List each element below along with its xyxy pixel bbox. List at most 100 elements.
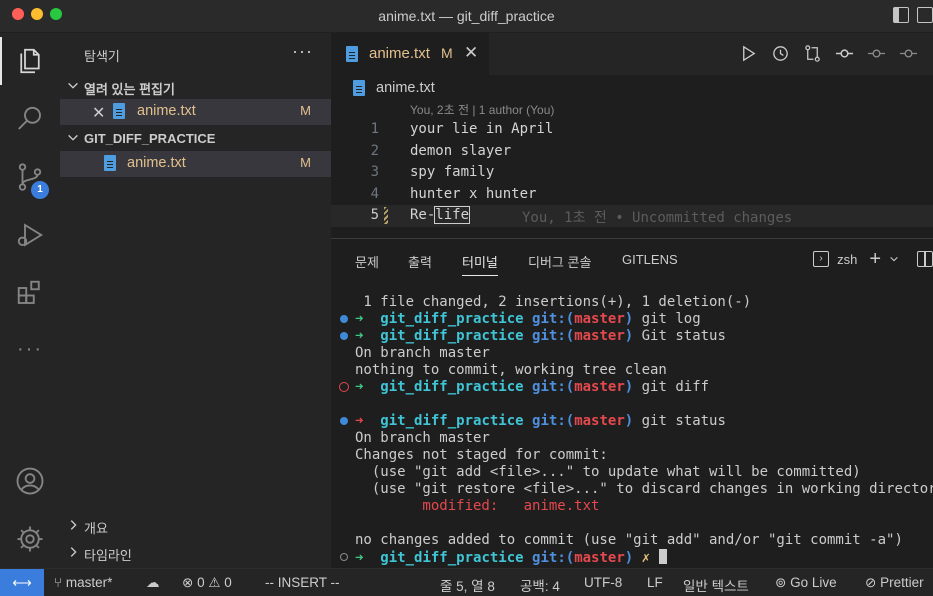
indentation[interactable]: 공백: 4 xyxy=(520,575,560,595)
prettier-button[interactable]: ⊘ Prettier xyxy=(865,575,924,591)
remote-indicator-icon[interactable]: ⟷ xyxy=(0,569,44,596)
terminal-line: On branch master xyxy=(331,345,933,362)
terminal-text: no changes added to commit (use "git add… xyxy=(355,532,903,548)
terminal-output[interactable]: 1 file changed, 2 insertions(+), 1 delet… xyxy=(331,294,933,566)
toggle-panel-icon[interactable] xyxy=(917,7,933,23)
command-pending-dot[interactable] xyxy=(340,553,348,561)
code-line-current: 5 Re-life You, 1초 전 • Uncommitted change… xyxy=(331,205,933,227)
end-of-line[interactable]: LF xyxy=(647,575,663,590)
editor-tabs: anime.txt M ✕ xyxy=(331,33,933,75)
modified-file: anime.txt xyxy=(523,498,600,514)
modified-badge: M xyxy=(300,103,311,118)
file-icon xyxy=(353,80,365,96)
chevron-right-icon xyxy=(70,520,77,530)
tab-anime-txt[interactable]: anime.txt M ✕ xyxy=(331,33,489,75)
command-status-dot[interactable] xyxy=(340,332,348,340)
next-commit-icon[interactable] xyxy=(899,44,918,63)
code-editor[interactable]: 1 your lie in April 2 demon slayer 3 spy… xyxy=(331,119,933,227)
prompt-git-close: ) xyxy=(624,311,634,327)
terminal-line: (use "git add <file>..." to update what … xyxy=(331,464,933,481)
terminal-line: no changes added to commit (use "git add… xyxy=(331,532,933,549)
branch-indicator[interactable]: ⑂ master* xyxy=(54,575,112,590)
open-editor-filename: anime.txt xyxy=(137,103,196,119)
cursor-selection: life xyxy=(434,206,471,224)
modified-gutter-indicator[interactable] xyxy=(384,207,388,224)
close-tab-icon[interactable]: ✕ xyxy=(464,43,478,63)
go-live-button[interactable]: ⊚ Go Live xyxy=(775,575,837,591)
new-terminal-icon[interactable]: + xyxy=(869,248,881,271)
tab-debug-console[interactable]: 디버그 콘솔 xyxy=(528,252,591,271)
terminal-line: modified: anime.txt xyxy=(331,498,933,515)
prompt-git: git:( xyxy=(532,550,575,566)
extensions-icon[interactable] xyxy=(0,269,60,317)
code-line: 2 demon slayer xyxy=(331,141,933,163)
chevron-down-icon[interactable] xyxy=(889,254,899,264)
problems-indicator[interactable]: ⊗ 0 ⚠ 0 xyxy=(182,575,232,591)
prompt-dir: git_diff_practice xyxy=(380,413,524,429)
explorer-sidebar: 탐색기 ··· 열려 있는 편집기 ✕ anime.txt M GIT_DIFF… xyxy=(60,33,331,568)
run-debug-icon[interactable] xyxy=(0,211,60,259)
file-icon xyxy=(346,46,358,62)
line-text: spy family xyxy=(410,164,495,180)
history-icon[interactable] xyxy=(771,44,790,63)
tab-problems[interactable]: 문제 xyxy=(355,252,379,271)
terminal-text: On branch master xyxy=(355,430,490,446)
compare-changes-icon[interactable] xyxy=(803,44,822,63)
source-control-badge: 1 xyxy=(31,181,49,199)
sync-icon[interactable]: ☁ xyxy=(146,575,160,591)
shell-name[interactable]: zsh xyxy=(837,252,857,267)
terminal-command: git diff xyxy=(633,379,710,395)
file-tree-item[interactable]: anime.txt M xyxy=(60,151,331,177)
timeline-section[interactable]: 타임라인 xyxy=(60,541,331,568)
editor-area: anime.txt M ✕ anime.txt You, 2초 전 | 1 au… xyxy=(331,33,933,238)
account-icon[interactable] xyxy=(0,457,60,505)
terminal-text: (use "git restore <file>..." to discard … xyxy=(355,481,933,497)
settings-gear-icon[interactable] xyxy=(0,515,60,563)
language-mode[interactable]: 일반 텍스트 xyxy=(683,575,749,595)
chevron-down-icon xyxy=(68,82,78,89)
terminal-command: git status xyxy=(633,413,726,429)
commit-icon[interactable] xyxy=(835,44,854,63)
code-line: 4 hunter x hunter xyxy=(331,184,933,206)
search-icon[interactable] xyxy=(0,95,60,143)
source-control-icon[interactable]: 1 xyxy=(0,153,60,201)
more-views-icon[interactable]: ··· xyxy=(0,325,60,373)
open-editor-item[interactable]: ✕ anime.txt M xyxy=(60,99,331,125)
explorer-icon[interactable] xyxy=(0,37,60,85)
split-terminal-icon[interactable] xyxy=(917,251,933,267)
vim-mode: -- INSERT -- xyxy=(265,575,340,590)
more-actions-icon[interactable]: ··· xyxy=(292,41,313,62)
project-label: GIT_DIFF_PRACTICE xyxy=(84,131,216,146)
terminal-line: Changes not staged for commit: xyxy=(331,447,933,464)
toggle-sidebar-icon[interactable] xyxy=(893,7,909,23)
tab-terminal[interactable]: 터미널 xyxy=(462,252,498,276)
command-status-dot[interactable] xyxy=(340,315,348,323)
blame-codelens[interactable]: You, 2초 전 | 1 author (You) xyxy=(410,101,554,118)
cursor-position[interactable]: 줄 5, 열 8 xyxy=(440,575,495,595)
close-editor-icon[interactable]: ✕ xyxy=(92,103,105,123)
terminal-line: 1 file changed, 2 insertions(+), 1 delet… xyxy=(331,294,933,311)
run-icon[interactable] xyxy=(739,44,758,63)
outline-section[interactable]: 개요 xyxy=(60,514,331,541)
title-bar: anime.txt — git_diff_practice xyxy=(0,0,933,33)
outline-label: 개요 xyxy=(84,521,108,536)
previous-commit-icon[interactable] xyxy=(867,44,886,63)
tab-gitlens[interactable]: GITLENS xyxy=(622,252,678,267)
prompt-git-close: ) xyxy=(624,550,634,566)
prompt-branch: master xyxy=(574,379,625,395)
chevron-right-icon xyxy=(70,547,77,557)
tab-output[interactable]: 출력 xyxy=(408,252,432,271)
command-error-icon[interactable] xyxy=(339,382,349,392)
prompt-branch: master xyxy=(574,311,625,327)
prompt-dir: git_diff_practice xyxy=(380,379,524,395)
project-section[interactable]: GIT_DIFF_PRACTICE xyxy=(60,127,331,151)
command-status-dot[interactable] xyxy=(340,417,348,425)
encoding[interactable]: UTF-8 xyxy=(584,575,622,590)
line-text: Re-life xyxy=(410,206,471,224)
prompt-git: git:( xyxy=(532,311,575,327)
breadcrumb[interactable]: anime.txt xyxy=(331,75,933,99)
breadcrumb-filename: anime.txt xyxy=(376,80,435,96)
open-editors-section[interactable]: 열려 있는 편집기 xyxy=(60,75,331,99)
terminal-command: Git status xyxy=(633,328,726,344)
